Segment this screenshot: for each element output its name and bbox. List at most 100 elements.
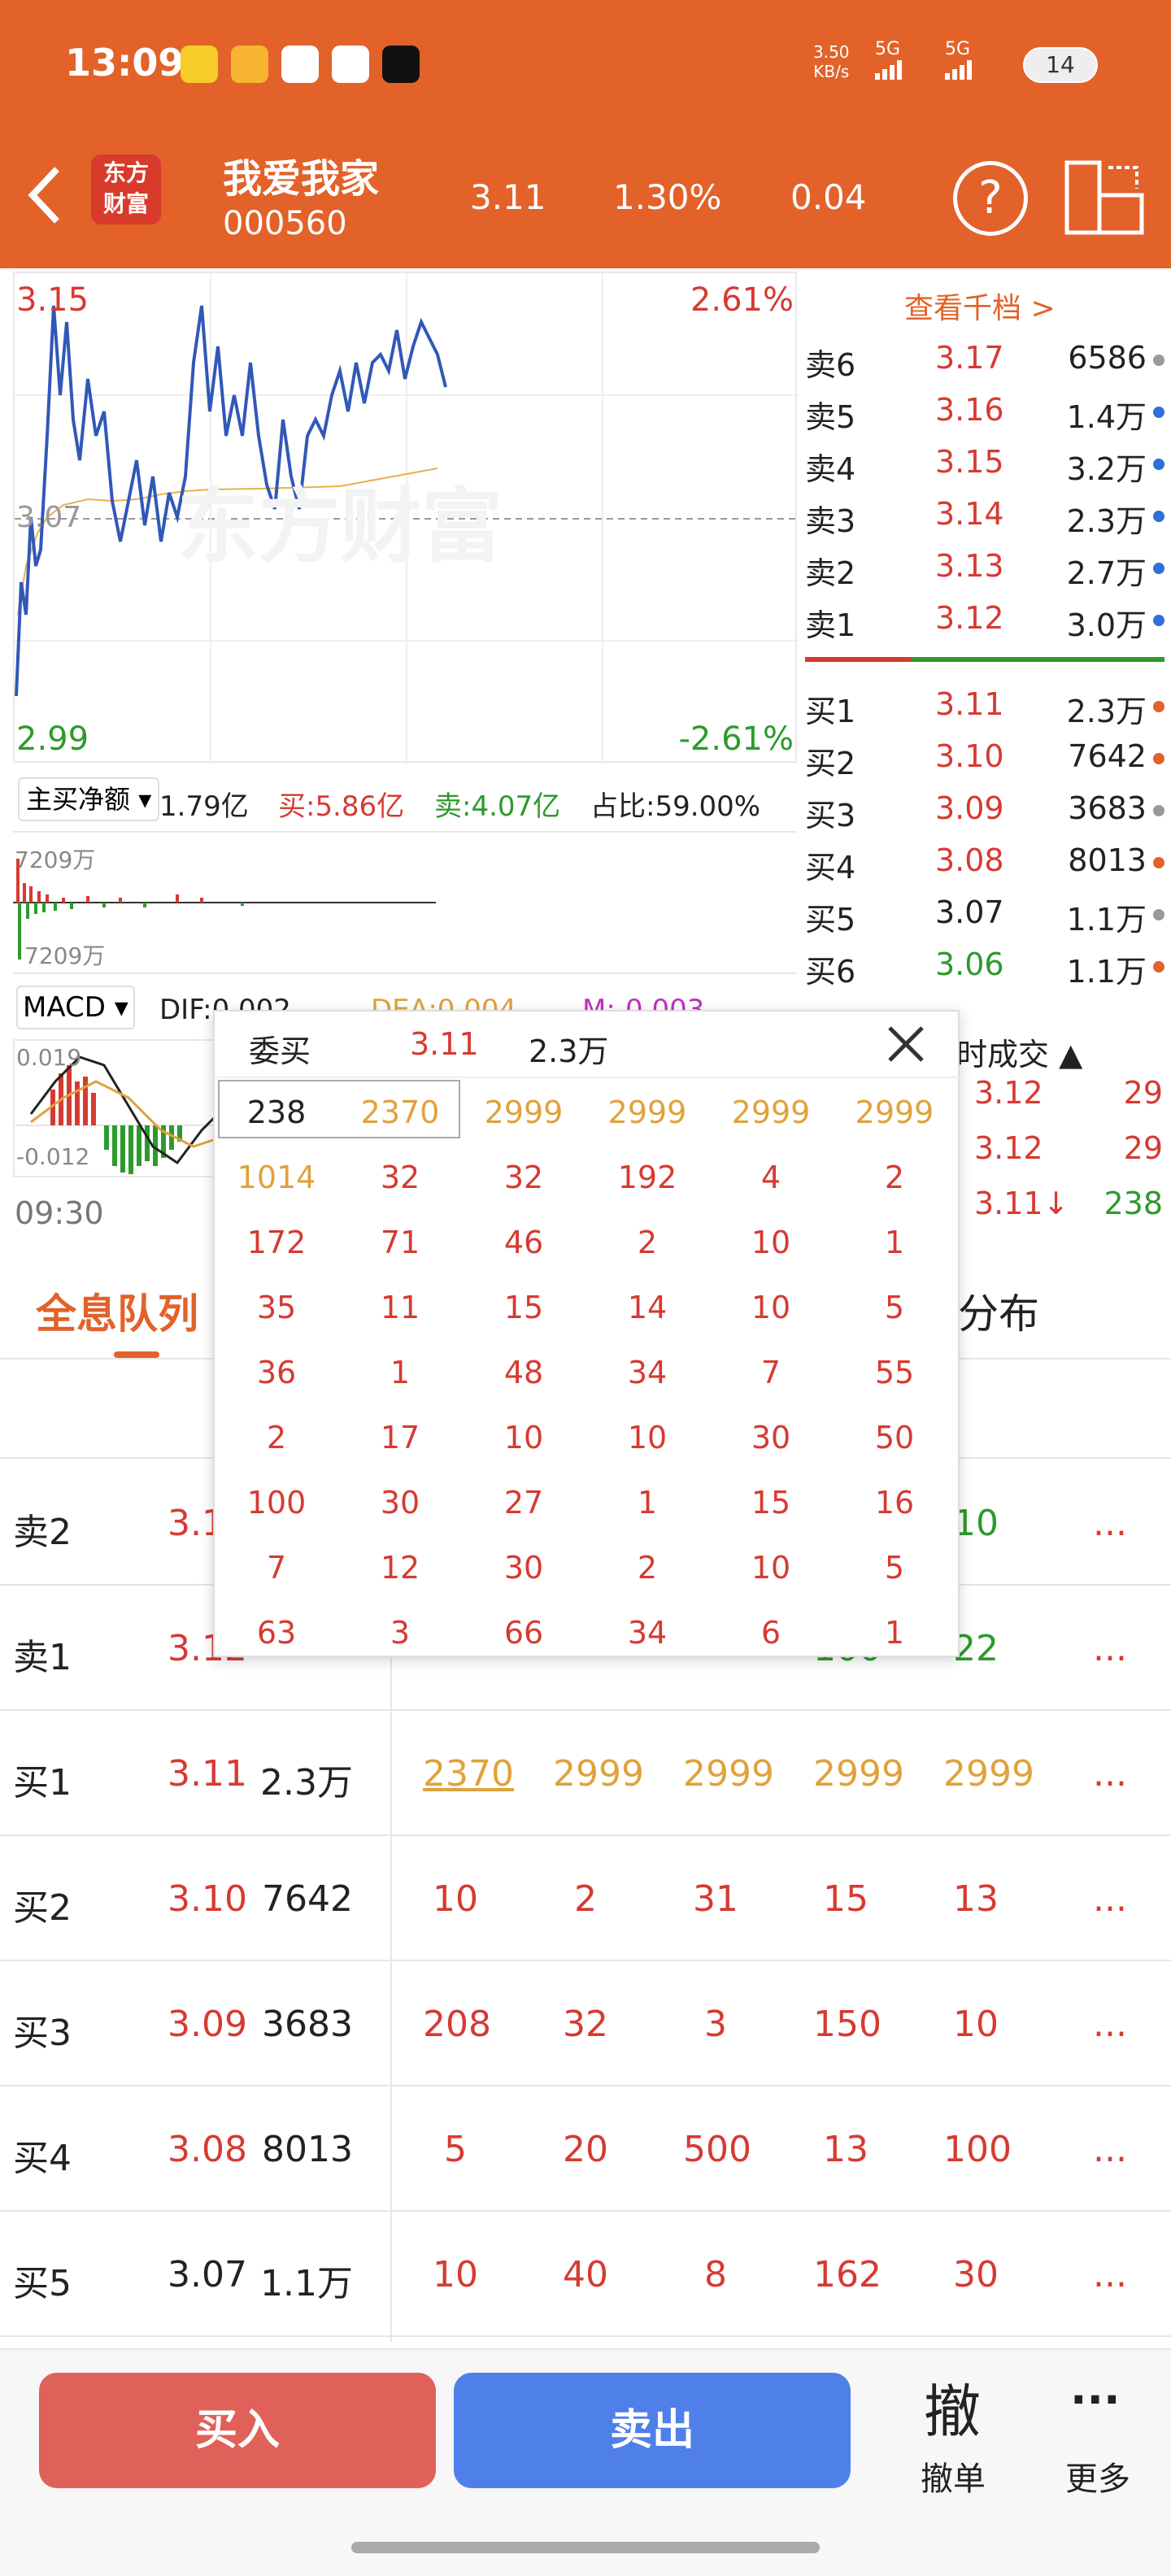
macd-selector[interactable]: MACD ▾ xyxy=(16,986,135,1029)
more-icon[interactable]: ··· xyxy=(1070,2374,1121,2426)
popup-grid-row: 100 30 27 1 15 16 xyxy=(215,1470,956,1535)
queue-row[interactable]: 买3 3.09 3683 208 32 3 150 10... xyxy=(0,1961,1171,2086)
orderbook-row[interactable]: 卖4 3.15 3.2万 xyxy=(805,436,1171,488)
orderbook-row[interactable]: 买1 3.11 2.3万 xyxy=(805,678,1171,730)
orderbook-row[interactable]: 买5 3.07 1.1万 xyxy=(805,886,1171,938)
queue-label: 买4 xyxy=(13,2138,72,2179)
buy-button[interactable]: 买入 xyxy=(39,2373,436,2488)
queue-more[interactable]: ... xyxy=(1093,1878,1127,1920)
queue-cell[interactable]: 208 xyxy=(423,2004,491,2045)
queue-cell[interactable]: 150 xyxy=(813,2004,882,2045)
popup-grid-cell: 172 xyxy=(246,1225,307,1260)
queue-cell[interactable]: 13 xyxy=(813,2129,878,2170)
queue-cell[interactable]: 3 xyxy=(683,2004,748,2045)
orderbook-row[interactable]: 卖5 3.16 1.4万 xyxy=(805,384,1171,436)
back-icon[interactable] xyxy=(24,163,65,228)
queue-more[interactable]: ... xyxy=(1093,1628,1127,1669)
orderbook-row[interactable]: 买2 3.10 7642 xyxy=(805,730,1171,782)
orderbook-row[interactable]: 卖3 3.14 2.3万 xyxy=(805,488,1171,540)
popup-grid-cell: 36 xyxy=(256,1355,297,1390)
queue-more[interactable]: ... xyxy=(1093,2254,1127,2295)
queue-cell[interactable]: 15 xyxy=(813,1878,878,1920)
queue-more[interactable]: ... xyxy=(1093,2004,1127,2045)
queue-cell[interactable]: 100 xyxy=(943,2129,1012,2170)
queue-row[interactable]: 买2 3.10 7642 10 2 31 15 13... xyxy=(0,1836,1171,1961)
queue-cell[interactable]: 5 xyxy=(423,2129,488,2170)
orderbook-row[interactable]: 买4 3.08 8013 xyxy=(805,834,1171,886)
popup-grid-cell: 2999 xyxy=(484,1094,564,1130)
sell-button[interactable]: 卖出 xyxy=(454,2373,851,2488)
orderbook-label: 卖3 xyxy=(805,503,856,539)
status-bar: 13:09 3.50 KB/s 5G 5G 14 xyxy=(0,0,1171,130)
queue-more[interactable]: ... xyxy=(1093,2129,1127,2170)
queue-cell[interactable]: 500 xyxy=(683,2129,751,2170)
queue-cell[interactable]: 20 xyxy=(553,2129,618,2170)
queue-cell[interactable]: 162 xyxy=(813,2254,882,2295)
trades-header[interactable]: 时成交 ▲ xyxy=(956,1029,1082,1074)
queue-cell[interactable]: 2370 xyxy=(423,1753,514,1795)
view-thousand-levels-link[interactable]: 查看千档 > xyxy=(904,285,1056,327)
orderbook-volume: 7642 xyxy=(1068,738,1147,774)
orderbook-row[interactable]: 卖1 3.12 3.0万 xyxy=(805,592,1171,644)
more-label[interactable]: 更多 xyxy=(1065,2452,1130,2500)
home-indicator xyxy=(351,2542,820,2553)
orderbook-row[interactable]: 卖6 3.17 6586 xyxy=(805,332,1171,384)
popup-grid-cell: 30 xyxy=(380,1485,420,1521)
queue-cell[interactable]: 30 xyxy=(943,2254,1008,2295)
queue-cell[interactable]: 2 xyxy=(553,1878,618,1920)
popup-price: 3.11 xyxy=(410,1026,479,1062)
fund-flow-svg xyxy=(13,859,436,959)
stock-price: 3.11 xyxy=(470,177,546,217)
queue-cell[interactable]: 10 xyxy=(943,2004,1008,2045)
help-icon[interactable]: ? xyxy=(953,161,1028,236)
queue-cell[interactable]: 8 xyxy=(683,2254,748,2295)
popup-grid-cell: 34 xyxy=(627,1355,668,1390)
queue-cell[interactable]: 2999 xyxy=(683,1753,774,1795)
trade-price: 3.12 xyxy=(974,1075,1043,1111)
cancel-order-label[interactable]: 撤单 xyxy=(921,2452,986,2500)
orderbook-row[interactable]: 买6 3.06 1.1万 xyxy=(805,938,1171,990)
popup-grid-cell: 34 xyxy=(627,1615,668,1651)
orderbook-label: 买2 xyxy=(805,746,856,781)
popup-grid-row: 238 2370 2999 2999 2999 2999 xyxy=(215,1080,956,1145)
intraday-chart[interactable]: 东方财富 3.15 2.61% 3.07 2.99 -2.61% xyxy=(13,272,799,764)
trade-price: 3.12 xyxy=(974,1130,1043,1166)
queue-row[interactable]: 买4 3.08 8013 5 20 500 13 100... xyxy=(0,2086,1171,2212)
queue-price: 3.07 xyxy=(168,2254,247,2295)
queue-cell[interactable]: 10 xyxy=(423,2254,488,2295)
queue-cell[interactable]: 32 xyxy=(553,2004,618,2045)
queue-price: 3.11 xyxy=(168,1753,247,1795)
queue-more[interactable]: ... xyxy=(1093,1753,1127,1795)
popup-divider xyxy=(215,1077,961,1078)
queue-row[interactable]: 买1 3.11 2.3万 2370 2999 2999 2999 2999... xyxy=(0,1711,1171,1836)
fund-flow-selector[interactable]: 主买净额 ▾ xyxy=(18,777,160,821)
popup-grid-cell: 71 xyxy=(380,1225,420,1260)
orderbook-label: 卖5 xyxy=(805,399,856,435)
queue-cell[interactable]: 31 xyxy=(683,1878,748,1920)
queue-cell[interactable]: 40 xyxy=(553,2254,618,2295)
app-icon-1 xyxy=(181,46,218,83)
queue-cell[interactable]: 2999 xyxy=(943,1753,1034,1795)
queue-cell[interactable]: 2999 xyxy=(813,1753,904,1795)
queue-cell[interactable]: 13 xyxy=(943,1878,1008,1920)
orderbook-dot-icon xyxy=(1153,909,1164,920)
orderbook-dot-icon xyxy=(1153,355,1164,366)
queue-cell[interactable]: 10 xyxy=(423,1878,488,1920)
landscape-icon[interactable] xyxy=(1064,159,1145,237)
queue-cell[interactable]: 2999 xyxy=(553,1753,644,1795)
orderbook-row[interactable]: 买3 3.09 3683 xyxy=(805,782,1171,834)
popup-grid-cell: 1014 xyxy=(237,1160,316,1195)
tab-full-queue[interactable]: 全息队列 xyxy=(36,1281,198,1340)
close-icon[interactable] xyxy=(885,1023,927,1065)
popup-grid-cell: 15 xyxy=(503,1290,544,1325)
popup-grid-row: 63 3 66 34 6 1 xyxy=(215,1600,956,1665)
cancel-order-icon[interactable]: 撤 xyxy=(924,2366,981,2448)
tab-distribution[interactable]: 分布 xyxy=(958,1281,1039,1340)
orderbook-row[interactable]: 卖2 3.13 2.7万 xyxy=(805,540,1171,592)
orderbook-volume: 1.1万 xyxy=(1066,954,1147,990)
queue-more[interactable]: ... xyxy=(1093,1503,1127,1544)
queue-row[interactable]: 买5 3.07 1.1万 10 40 8 162 30... xyxy=(0,2212,1171,2337)
orderbook-dot-icon xyxy=(1153,407,1164,418)
fund-flow-bottom-label: 7209万 xyxy=(24,942,106,969)
popup-grid-cell: 30 xyxy=(751,1420,791,1456)
